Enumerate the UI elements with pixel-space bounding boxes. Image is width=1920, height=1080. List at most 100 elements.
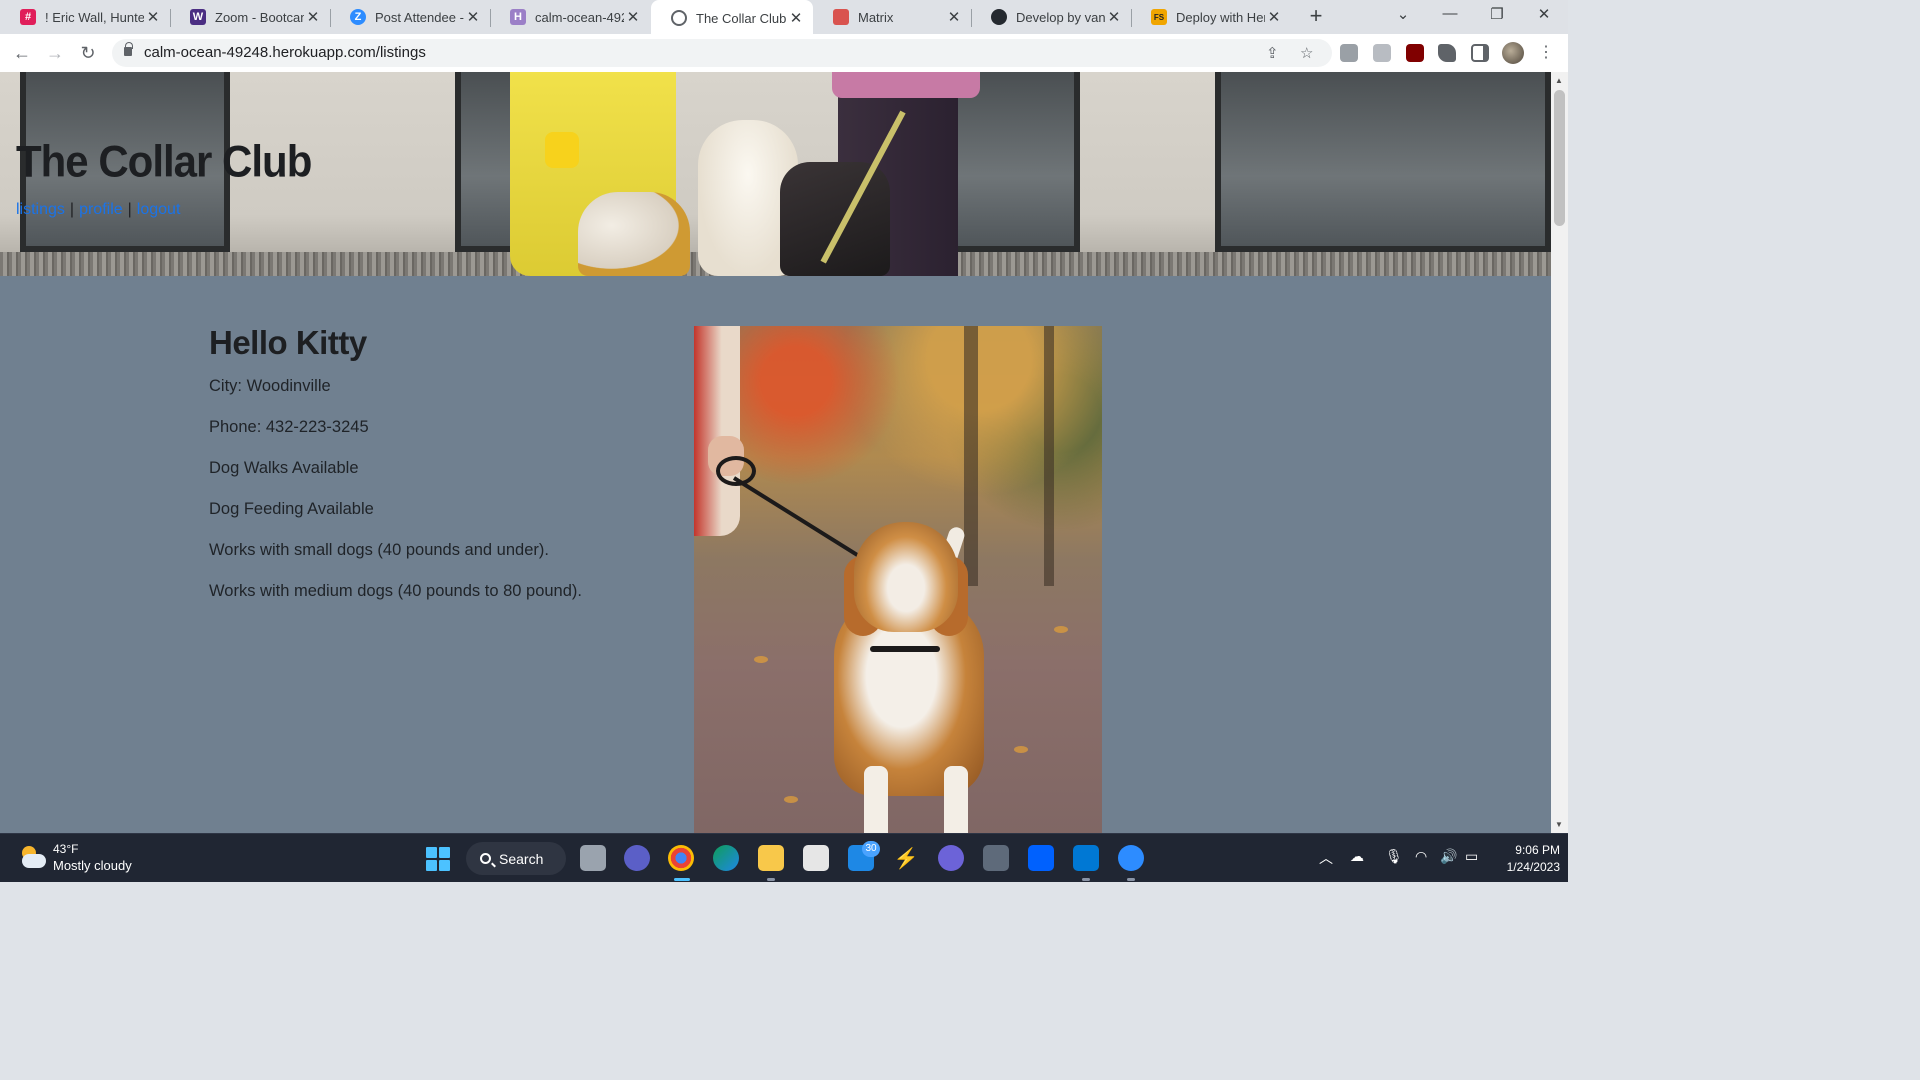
photo-dog-collar [870, 646, 940, 652]
extensions-puzzle-icon[interactable] [1438, 44, 1456, 62]
site-title: The Collar Club [16, 136, 312, 187]
new-tab-button[interactable]: + [1304, 5, 1328, 29]
tab-deploy-heroku[interactable]: FS Deploy with Hero ✕ [1131, 0, 1291, 34]
vscode-icon[interactable] [1073, 845, 1099, 871]
close-icon[interactable]: ✕ [945, 8, 963, 26]
taskbar-search-button[interactable]: Search [466, 842, 566, 875]
github-icon [991, 9, 1007, 25]
microsoft-store-icon[interactable] [803, 845, 829, 871]
scroll-down-icon[interactable]: ▼ [1555, 820, 1563, 829]
restore-icon[interactable]: ❐ [1484, 5, 1510, 23]
teams-chat-icon[interactable] [624, 845, 650, 871]
search-icon [480, 853, 491, 864]
w-logo-icon: W [190, 9, 206, 25]
volume-icon[interactable]: 🔊 [1440, 848, 1457, 865]
back-icon[interactable]: ← [11, 42, 33, 64]
tab-title: The Collar Club [696, 10, 787, 26]
calculator-icon[interactable] [983, 845, 1009, 871]
nav-link-profile[interactable]: profile [79, 201, 123, 218]
close-icon[interactable]: ✕ [144, 8, 162, 26]
weather-cloudy-icon[interactable] [18, 844, 46, 870]
close-icon[interactable]: ✕ [304, 8, 322, 26]
close-icon[interactable]: ✕ [624, 8, 642, 26]
fs-icon: FS [1151, 9, 1167, 25]
zoom-app-icon[interactable] [1118, 845, 1144, 871]
microphone-icon[interactable]: 🎙 [1385, 848, 1403, 865]
copilot-icon[interactable] [938, 845, 964, 871]
dropbox-icon[interactable] [1028, 845, 1054, 871]
edge-icon[interactable] [713, 845, 739, 871]
task-view-icon[interactable] [580, 845, 606, 871]
extension-grey-icon[interactable] [1373, 44, 1391, 62]
forward-icon[interactable]: → [44, 42, 66, 64]
nav-link-logout[interactable]: logout [137, 201, 181, 218]
tab-collar-club[interactable]: The Collar Club ✕ [651, 0, 813, 36]
scroll-up-icon[interactable]: ▲ [1555, 76, 1563, 85]
close-icon[interactable]: ✕ [1105, 8, 1123, 26]
slack-icon: # [20, 9, 36, 25]
page-viewport: The Collar Club listings | profile | logout … [0, 72, 1551, 833]
banner-pink-top [832, 72, 980, 98]
reload-icon[interactable]: ↻ [77, 42, 99, 64]
listing-service: Dog Feeding Available [209, 500, 374, 518]
side-panel-icon[interactable] [1471, 44, 1489, 62]
tab-github[interactable]: Develop by vanw ✕ [971, 0, 1131, 34]
tab-matrix[interactable]: Matrix ✕ [813, 0, 971, 34]
terminal-bolt-icon[interactable]: ⚡ [893, 845, 919, 871]
tab-slack[interactable]: # ! Eric Wall, Hunter ✕ [0, 0, 170, 34]
tab-heroku[interactable]: H calm-ocean-4924 ✕ [490, 0, 650, 34]
profile-avatar[interactable] [1502, 42, 1524, 64]
site-nav: listings | profile | logout [16, 201, 180, 219]
close-icon[interactable]: ✕ [464, 8, 482, 26]
nav-link-listings[interactable]: listings [16, 201, 65, 218]
photo-sleeve [694, 326, 740, 536]
weather-temperature[interactable]: 43°F [53, 842, 78, 856]
browser-toolbar: ← → ↻ calm-ocean-49248.herokuapp.com/lis… [0, 34, 1568, 72]
tab-title: Deploy with Hero [1176, 9, 1265, 25]
photo-leaf [1014, 746, 1028, 753]
share-icon[interactable]: ⇪ [1266, 44, 1279, 62]
bookmark-star-icon[interactable]: ☆ [1300, 44, 1313, 62]
globe-icon [671, 10, 687, 26]
vscode-running-indicator [1082, 878, 1090, 881]
url-text[interactable]: calm-ocean-49248.herokuapp.com/listings [144, 44, 426, 61]
wifi-icon[interactable]: ◠ [1415, 848, 1427, 865]
mail-badge: 30 [862, 841, 880, 857]
menu-kebab-icon[interactable]: ⋮ [1538, 42, 1554, 62]
battery-icon[interactable]: ▭ [1465, 848, 1478, 865]
listing-service: Dog Walks Available [209, 459, 359, 477]
banner-small-dog [578, 192, 690, 276]
weather-condition[interactable]: Mostly cloudy [53, 858, 132, 873]
lock-icon[interactable] [124, 42, 133, 56]
listing-name: Hello Kitty [209, 324, 367, 361]
extension-cube-icon[interactable] [1340, 44, 1358, 62]
cloud-icon [22, 854, 46, 868]
clock-date: 1/24/2023 [1506, 860, 1560, 874]
photo-dog-leg [944, 766, 968, 833]
chrome-icon[interactable] [668, 845, 694, 871]
tab-search-icon[interactable]: ⌄ [1390, 5, 1416, 23]
tab-title: ! Eric Wall, Hunter [45, 9, 144, 25]
close-icon[interactable]: ✕ [787, 9, 805, 27]
file-explorer-icon[interactable] [758, 845, 784, 871]
taskbar-clock[interactable]: 9:06 PM 1/24/2023 [1492, 842, 1560, 876]
photo-dog-leg [864, 766, 888, 833]
clock-time: 9:06 PM [1515, 843, 1560, 857]
matrix-icon [833, 9, 849, 25]
scrollbar-thumb[interactable] [1554, 90, 1565, 226]
close-window-icon[interactable]: ✕ [1531, 5, 1557, 23]
header-banner-image: The Collar Club listings | profile | logout [0, 72, 1551, 276]
show-hidden-icons-chevron-icon[interactable]: ︿ [1319, 848, 1333, 868]
windows-start-icon[interactable] [426, 847, 450, 871]
tab-post-attendee[interactable]: Z Post Attendee - Z ✕ [330, 0, 490, 34]
listing-city: City: Woodinville [209, 377, 331, 395]
minimize-icon[interactable]: — [1437, 5, 1463, 22]
tab-zoom-bootcamp[interactable]: W Zoom - Bootcamp ✕ [170, 0, 330, 34]
ublock-icon[interactable] [1406, 44, 1424, 62]
close-icon[interactable]: ✕ [1265, 8, 1283, 26]
tab-title: Develop by vanw [1016, 9, 1105, 25]
onedrive-cloud-icon[interactable]: ☁ [1350, 848, 1364, 865]
address-bar[interactable]: calm-ocean-49248.herokuapp.com/listings … [112, 39, 1332, 67]
page-scrollbar[interactable]: ▲ ▼ [1551, 72, 1568, 833]
listing-service: Works with medium dogs (40 pounds to 80 … [209, 582, 582, 600]
